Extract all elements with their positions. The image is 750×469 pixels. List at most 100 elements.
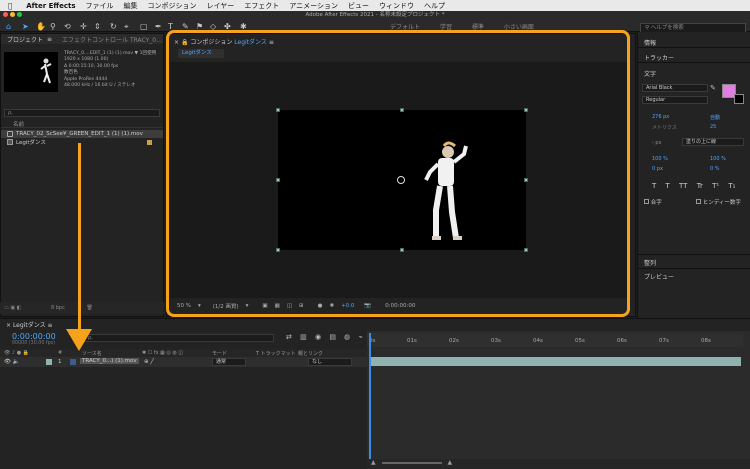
ruler-tick: 04s bbox=[533, 338, 543, 344]
visibility-icon: 👁 ♪ ● 🔒 bbox=[4, 350, 29, 356]
leading-value[interactable]: 自動 bbox=[710, 114, 720, 121]
anchor-tool-icon[interactable]: ⌖ bbox=[124, 22, 129, 32]
zoom-tool-icon[interactable]: ⚲ bbox=[50, 22, 56, 31]
section-info[interactable]: 情報 bbox=[644, 38, 656, 47]
section-tracker[interactable]: トラッカー bbox=[644, 53, 674, 62]
baseline-shift-value[interactable]: 0 px bbox=[652, 166, 663, 172]
layer-duration-bar[interactable] bbox=[369, 357, 741, 366]
rotate-tool-icon[interactable]: ↻ bbox=[110, 22, 117, 31]
quality-switch-icon[interactable]: ⊕ ╱ bbox=[144, 359, 154, 365]
tab-project[interactable]: プロジェクト bbox=[7, 35, 43, 44]
timeline-timecode[interactable]: 0:00:00:00 bbox=[12, 332, 56, 341]
close-icon[interactable]: × bbox=[6, 322, 13, 329]
dolly-tool-icon[interactable]: ⇕ bbox=[94, 22, 101, 31]
menu-animation[interactable]: アニメーション bbox=[289, 1, 338, 11]
eye-icon[interactable]: 👁 🔈 bbox=[4, 359, 20, 365]
all-caps-button[interactable]: TT bbox=[679, 182, 687, 190]
blend-mode-dropdown[interactable]: 通常 bbox=[212, 358, 246, 366]
font-style-dropdown[interactable]: Regular bbox=[642, 96, 708, 104]
time-ruler[interactable]: 0s 01s 02s 03s 04s 05s 06s 07s 08s bbox=[367, 333, 743, 347]
project-search-input[interactable]: ρ, bbox=[4, 109, 160, 117]
subscript-button[interactable]: T₁ bbox=[728, 182, 735, 190]
section-character[interactable]: 文字 bbox=[644, 69, 656, 78]
menu-composition[interactable]: コンポジション bbox=[148, 1, 197, 11]
vertical-scale-value[interactable]: 100 % bbox=[652, 156, 668, 162]
layer-name[interactable]: TRACY_0...) (1).mov bbox=[80, 358, 139, 364]
hand-tool-icon[interactable]: ✋ bbox=[36, 22, 46, 31]
menu-help[interactable]: ヘルプ bbox=[424, 1, 445, 11]
project-item-footage[interactable]: TRACY_02_ScSee¥_GREEN_EDIT_1 (1) (1).mov bbox=[1, 130, 163, 138]
ruler-tick: 01s bbox=[407, 338, 417, 344]
composition-flowchart-icon[interactable]: ⇄ bbox=[286, 333, 292, 341]
ruler-tick: 02s bbox=[449, 338, 459, 344]
orbit-tool-icon[interactable]: ⟲ bbox=[64, 22, 71, 31]
col-number[interactable]: # bbox=[58, 350, 62, 356]
menu-view[interactable]: ビュー bbox=[348, 1, 369, 11]
menu-window[interactable]: ウィンドウ bbox=[379, 1, 414, 11]
section-preview[interactable]: プレビュー bbox=[644, 272, 674, 281]
font-family-dropdown[interactable]: Arial Black bbox=[642, 84, 708, 92]
checkbox[interactable] bbox=[644, 199, 649, 204]
layer-row[interactable]: 👁 🔈 1 TRACY_0...) (1).mov ⊕ ╱ 通常 なし bbox=[0, 357, 367, 367]
eyedropper-icon[interactable]: ✎ bbox=[710, 84, 716, 92]
graph-editor-icon[interactable]: ⌁ bbox=[359, 333, 363, 341]
menu-icon[interactable]: ≡ bbox=[47, 36, 52, 43]
project-panel-tabs: プロジェクト ≡ エフェクトコントロール TRACY_0... bbox=[1, 34, 163, 44]
zoom-slider[interactable] bbox=[381, 461, 442, 464]
timeline-footer: ▲ ▲ bbox=[367, 459, 750, 469]
ligature-option[interactable]: 合字 bbox=[644, 198, 662, 206]
selection-tool-icon[interactable]: ➤ bbox=[22, 22, 29, 31]
faux-italic-button[interactable]: T bbox=[666, 182, 670, 190]
trash-icon[interactable]: 🗑 bbox=[86, 305, 92, 311]
home-icon[interactable]: ⌂ bbox=[6, 22, 11, 31]
playhead[interactable] bbox=[369, 333, 371, 461]
parent-dropdown[interactable]: なし bbox=[308, 358, 352, 366]
label-color-swatch[interactable] bbox=[46, 359, 52, 365]
pen-tool-icon[interactable]: ✒ bbox=[155, 22, 162, 31]
shy-layers-icon[interactable]: ◉ bbox=[315, 333, 321, 341]
menu-edit[interactable]: 編集 bbox=[124, 1, 138, 11]
stroke-width-value[interactable]: - px bbox=[652, 140, 662, 146]
col-source-name[interactable]: ソース名 bbox=[82, 350, 102, 357]
timeline-tab[interactable]: × Legitダンス ≡ bbox=[6, 320, 53, 329]
shape-tool-icon[interactable]: ▢ bbox=[140, 22, 148, 31]
timeline-search-input[interactable]: ρ, bbox=[84, 334, 274, 342]
stroke-color-swatch[interactable] bbox=[734, 94, 744, 104]
col-mode[interactable]: モード bbox=[212, 350, 227, 357]
label-color-swatch bbox=[146, 139, 152, 145]
small-caps-button[interactable]: Tr bbox=[697, 182, 703, 190]
zoom-out-icon[interactable]: ▲ bbox=[371, 459, 376, 466]
project-item-comp[interactable]: Legitダンス bbox=[1, 138, 163, 146]
type-style-buttons: T T TT Tr T¹ T₁ bbox=[652, 182, 735, 190]
timeline-track-area[interactable] bbox=[367, 331, 750, 459]
menu-file[interactable]: ファイル bbox=[86, 1, 114, 11]
superscript-button[interactable]: T¹ bbox=[712, 182, 719, 190]
menu-effect[interactable]: エフェクト bbox=[244, 1, 279, 11]
frame-blending-icon[interactable]: ▤ bbox=[329, 333, 336, 341]
kerning-value[interactable]: メトリクス bbox=[652, 124, 677, 131]
zoom-in-icon[interactable]: ▲ bbox=[447, 459, 452, 466]
horizontal-scale-value[interactable]: 100 % bbox=[710, 156, 726, 162]
font-size-value[interactable]: 276 px bbox=[652, 114, 669, 120]
draft-3d-icon[interactable]: ▥ bbox=[300, 333, 307, 341]
new-comp-icon[interactable]: ◧ bbox=[17, 305, 23, 311]
tracking-value[interactable]: 25 bbox=[710, 124, 716, 130]
tab-effect-controls[interactable]: エフェクトコントロール TRACY_0... bbox=[62, 35, 162, 44]
section-align[interactable]: 整列 bbox=[644, 258, 656, 267]
col-name[interactable]: 名前 bbox=[13, 120, 24, 128]
bpc-label[interactable]: 8 bpc bbox=[51, 305, 65, 311]
apple-icon[interactable]:  bbox=[8, 2, 12, 10]
motion-blur-icon[interactable]: ◍ bbox=[344, 333, 350, 341]
right-panel: 情報 トラッカー 文字 Arial Black Regular ✎ 276 px… bbox=[637, 32, 750, 320]
app-menu[interactable]: After Effects bbox=[26, 2, 75, 10]
col-parent[interactable]: 親とリンク bbox=[298, 350, 323, 357]
menu-layer[interactable]: レイヤー bbox=[207, 1, 235, 11]
pan-tool-icon[interactable]: ✛ bbox=[80, 22, 87, 31]
checkbox[interactable] bbox=[696, 199, 701, 204]
tsume-value[interactable]: 0 % bbox=[710, 166, 720, 172]
hindi-digits-option[interactable]: ヒンディー数字 bbox=[696, 198, 741, 206]
col-track-matte[interactable]: T トラックマット bbox=[256, 350, 296, 357]
faux-bold-button[interactable]: T bbox=[652, 182, 656, 190]
stroke-type-dropdown[interactable]: 塗りの上に線 bbox=[682, 138, 744, 146]
menu-icon[interactable]: ≡ bbox=[48, 322, 53, 329]
